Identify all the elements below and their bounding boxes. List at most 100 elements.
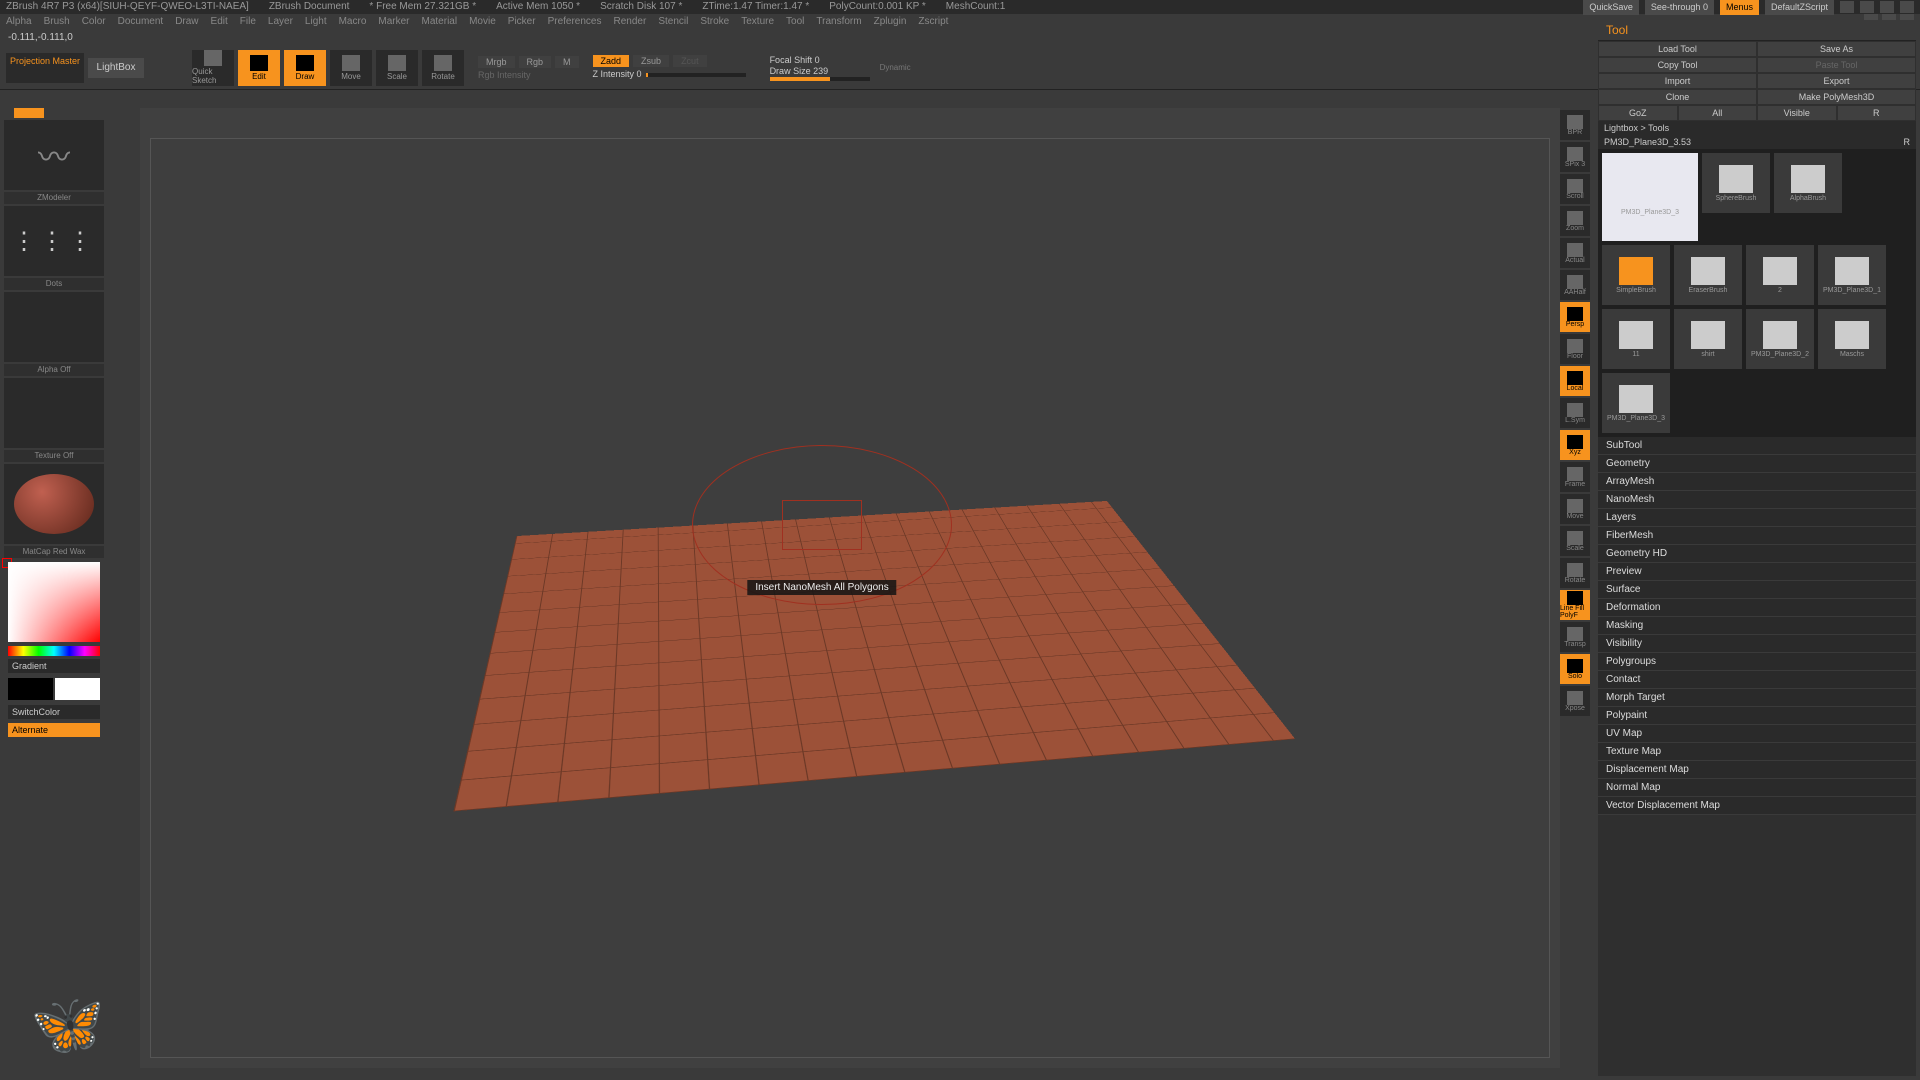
menu-document[interactable]: Document — [118, 14, 164, 30]
view-l.sym-button[interactable]: L.Sym — [1560, 398, 1590, 428]
view-solo-button[interactable]: Solo — [1560, 654, 1590, 684]
menu-macro[interactable]: Macro — [339, 14, 367, 30]
tool-thumb-11[interactable]: 11 — [1602, 309, 1670, 369]
menu-picker[interactable]: Picker — [508, 14, 536, 30]
tool-thumb-pm3d-plane3d-3[interactable]: PM3D_Plane3D_3 — [1602, 373, 1670, 433]
view-floor-button[interactable]: Floor — [1560, 334, 1590, 364]
view-local-button[interactable]: Local — [1560, 366, 1590, 396]
menu-light[interactable]: Light — [305, 14, 327, 30]
mrgb-button[interactable]: Mrgb — [478, 56, 515, 68]
view-actual-button[interactable]: Actual — [1560, 238, 1590, 268]
menu-edit[interactable]: Edit — [211, 14, 228, 30]
save-as-button[interactable]: Save As — [1758, 42, 1915, 56]
visible-button[interactable]: Visible — [1758, 106, 1836, 120]
menu-stroke[interactable]: Stroke — [700, 14, 729, 30]
tool-thumb-eraserbrush[interactable]: EraserBrush — [1674, 245, 1742, 305]
window-min-icon[interactable] — [1860, 1, 1874, 13]
brush-preview[interactable]: 〰 — [4, 120, 104, 190]
secondary-color-swatch[interactable] — [8, 678, 53, 700]
accordion-surface[interactable]: Surface — [1598, 581, 1916, 599]
tool-thumb-maschs[interactable]: Maschs — [1818, 309, 1886, 369]
import-button[interactable]: Import — [1599, 74, 1756, 88]
accordion-polygroups[interactable]: Polygroups — [1598, 653, 1916, 671]
menu-color[interactable]: Color — [82, 14, 106, 30]
z-intensity-slider[interactable] — [646, 73, 746, 77]
default-script-button[interactable]: DefaultZScript — [1765, 0, 1834, 15]
view-xpose-button[interactable]: Xpose — [1560, 686, 1590, 716]
load-tool-button[interactable]: Load Tool — [1599, 42, 1756, 56]
color-picker[interactable] — [8, 562, 100, 642]
menus-button[interactable]: Menus — [1720, 0, 1759, 15]
view-transp-button[interactable]: Transp — [1560, 622, 1590, 652]
menu-texture[interactable]: Texture — [741, 14, 774, 30]
view-persp-button[interactable]: Persp — [1560, 302, 1590, 332]
accordion-vector-displacement-map[interactable]: Vector Displacement Map — [1598, 797, 1916, 815]
dynamic-label[interactable]: Dynamic — [880, 63, 911, 72]
rotate-button[interactable]: Rotate — [422, 50, 464, 86]
view-zoom-button[interactable]: Zoom — [1560, 206, 1590, 236]
accordion-arraymesh[interactable]: ArrayMesh — [1598, 473, 1916, 491]
zsub-button[interactable]: Zsub — [633, 55, 669, 67]
view-rotate-button[interactable]: Rotate — [1560, 558, 1590, 588]
accordion-subtool[interactable]: SubTool — [1598, 437, 1916, 455]
z-intensity-label[interactable]: Z Intensity 0 — [593, 69, 642, 79]
alternate-button[interactable]: Alternate — [8, 723, 100, 737]
lightbox-tools-label[interactable]: Lightbox > Tools — [1598, 121, 1916, 135]
m-button[interactable]: M — [555, 56, 579, 68]
view-line-fill-polyf-button[interactable]: Line Fill PolyF — [1560, 590, 1590, 620]
hue-slider[interactable] — [8, 646, 100, 656]
accordion-geometry[interactable]: Geometry — [1598, 455, 1916, 473]
menu-marker[interactable]: Marker — [378, 14, 409, 30]
accordion-preview[interactable]: Preview — [1598, 563, 1916, 581]
window-close-icon[interactable] — [1900, 1, 1914, 13]
menu-alpha[interactable]: Alpha — [6, 14, 32, 30]
menu-file[interactable]: File — [240, 14, 256, 30]
all-button[interactable]: All — [1679, 106, 1757, 120]
accordion-morph-target[interactable]: Morph Target — [1598, 689, 1916, 707]
primary-color-swatch[interactable] — [55, 678, 100, 700]
tool-thumb-pm3d-plane3d-1[interactable]: PM3D_Plane3D_1 — [1818, 245, 1886, 305]
switch-color-button[interactable]: SwitchColor — [8, 705, 100, 719]
accordion-displacement-map[interactable]: Displacement Map — [1598, 761, 1916, 779]
accordion-uv-map[interactable]: UV Map — [1598, 725, 1916, 743]
make-polymesh3d-button[interactable]: Make PolyMesh3D — [1758, 90, 1915, 104]
material-preview[interactable] — [4, 464, 104, 544]
accordion-normal-map[interactable]: Normal Map — [1598, 779, 1916, 797]
quicksketch-button[interactable]: Quick Sketch — [192, 50, 234, 86]
accordion-visibility[interactable]: Visibility — [1598, 635, 1916, 653]
tool-thumb-spherebrush[interactable]: SphereBrush — [1702, 153, 1770, 213]
accordion-geometry-hd[interactable]: Geometry HD — [1598, 545, 1916, 563]
scale-button[interactable]: Scale — [376, 50, 418, 86]
clone-button[interactable]: Clone — [1599, 90, 1756, 104]
export-button[interactable]: Export — [1758, 74, 1915, 88]
tool-thumb-pm3d-plane3d-3[interactable]: PM3D_Plane3D_3 — [1602, 153, 1698, 241]
paste-tool-button[interactable]: Paste Tool — [1758, 58, 1915, 72]
accordion-layers[interactable]: Layers — [1598, 509, 1916, 527]
see-through-slider[interactable]: See-through 0 — [1645, 0, 1714, 15]
accordion-masking[interactable]: Masking — [1598, 617, 1916, 635]
view-move-button[interactable]: Move — [1560, 494, 1590, 524]
menu-zplugin[interactable]: Zplugin — [874, 14, 907, 30]
lightbox-button[interactable]: LightBox — [88, 58, 144, 78]
accordion-texture-map[interactable]: Texture Map — [1598, 743, 1916, 761]
menu-draw[interactable]: Draw — [175, 14, 198, 30]
edit-button[interactable]: Edit — [238, 50, 280, 86]
tool-thumb-shirt[interactable]: shirt — [1674, 309, 1742, 369]
goz-button[interactable]: GoZ — [1599, 106, 1677, 120]
menu-render[interactable]: Render — [614, 14, 647, 30]
window-max-icon[interactable] — [1880, 1, 1894, 13]
view-xyz-button[interactable]: Xyz — [1560, 430, 1590, 460]
window-help-icon[interactable] — [1840, 1, 1854, 13]
copy-tool-button[interactable]: Copy Tool — [1599, 58, 1756, 72]
accordion-nanomesh[interactable]: NanoMesh — [1598, 491, 1916, 509]
accordion-polypaint[interactable]: Polypaint — [1598, 707, 1916, 725]
draw-button[interactable]: Draw — [284, 50, 326, 86]
tool-r-button[interactable]: R — [1904, 137, 1911, 147]
tool-thumb-alphabrush[interactable]: AlphaBrush — [1774, 153, 1842, 213]
projection-master-button[interactable]: Projection Master — [6, 53, 84, 83]
menu-preferences[interactable]: Preferences — [548, 14, 602, 30]
view-spix-3-button[interactable]: SPix 3 — [1560, 142, 1590, 172]
menu-material[interactable]: Material — [422, 14, 458, 30]
zadd-button[interactable]: Zadd — [593, 55, 630, 67]
tool-thumb-pm3d-plane3d-2[interactable]: PM3D_Plane3D_2 — [1746, 309, 1814, 369]
